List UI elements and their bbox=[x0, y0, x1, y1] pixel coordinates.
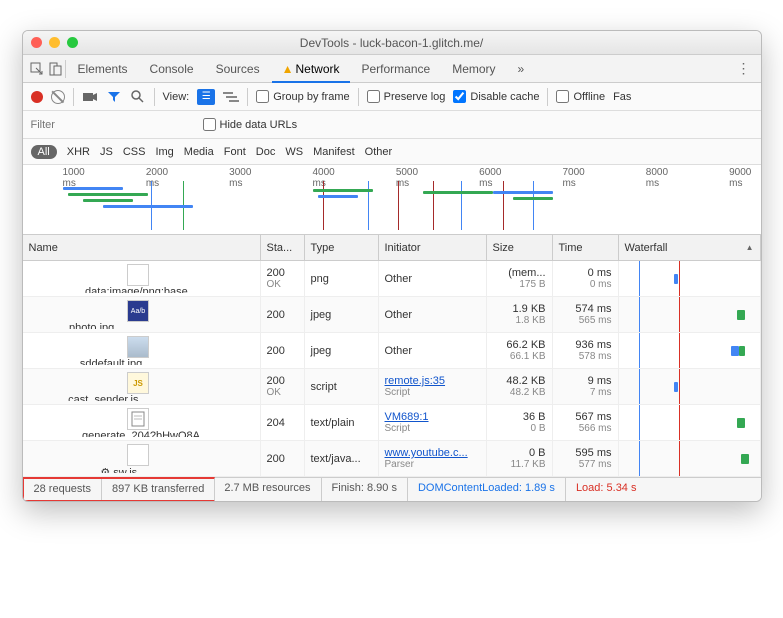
initiator-link[interactable]: remote.js:35 bbox=[385, 375, 480, 387]
table-row[interactable]: JS cast_sender.jspkedcjkdefgpdelpbcmbmeo… bbox=[23, 369, 761, 405]
filter-input[interactable] bbox=[31, 119, 191, 131]
tab-console[interactable]: Console bbox=[140, 55, 204, 83]
table-row[interactable]: ⚙sw.jswww.youtube.com 200 text/java... w… bbox=[23, 441, 761, 477]
status-load: Load: 5.34 s bbox=[566, 478, 647, 501]
network-toolbar: View: ☰ Group by frame Preserve log Disa… bbox=[23, 83, 761, 111]
filter-icon[interactable] bbox=[106, 89, 122, 105]
tab-performance[interactable]: Performance bbox=[352, 55, 441, 83]
search-icon[interactable] bbox=[130, 89, 146, 105]
tab-network[interactable]: ▲Network bbox=[272, 55, 350, 83]
table-row[interactable]: Aa/b photo.jpgyt3.ggpht.com/-vu_v-hJT-3Q… bbox=[23, 297, 761, 333]
hide-data-urls-checkbox[interactable]: Hide data URLs bbox=[203, 118, 298, 131]
filter-font[interactable]: Font bbox=[224, 146, 246, 158]
timeline-overview[interactable]: 1000 ms 2000 ms 3000 ms 4000 ms 5000 ms … bbox=[23, 165, 761, 235]
filter-img[interactable]: Img bbox=[155, 146, 173, 158]
filter-all[interactable]: All bbox=[31, 145, 57, 159]
warning-icon: ▲ bbox=[282, 62, 294, 76]
status-transferred: 897 KB transferred bbox=[102, 479, 214, 500]
filter-css[interactable]: CSS bbox=[123, 146, 146, 158]
col-time[interactable]: Time bbox=[553, 235, 619, 260]
gear-icon: ⚙ bbox=[100, 467, 110, 473]
table-row[interactable]: data:image/png;base... 200OK png Other (… bbox=[23, 261, 761, 297]
col-status[interactable]: Sta... bbox=[261, 235, 305, 260]
offline-checkbox[interactable]: Offline bbox=[556, 90, 605, 103]
col-size[interactable]: Size bbox=[487, 235, 553, 260]
request-name: ⚙sw.js bbox=[100, 466, 181, 473]
filter-doc[interactable]: Doc bbox=[256, 146, 276, 158]
tab-sources[interactable]: Sources bbox=[206, 55, 270, 83]
disable-cache-checkbox[interactable]: Disable cache bbox=[453, 90, 539, 103]
throttle-label[interactable]: Fas bbox=[613, 91, 631, 103]
camera-icon[interactable] bbox=[82, 89, 98, 105]
filter-js[interactable]: JS bbox=[100, 146, 113, 158]
tabs-more[interactable]: » bbox=[508, 55, 535, 83]
filter-other[interactable]: Other bbox=[365, 146, 393, 158]
waterfall-bar bbox=[619, 297, 760, 332]
status-requests: 28 requests bbox=[24, 479, 102, 500]
status-resources: 2.7 MB resources bbox=[214, 478, 321, 501]
request-name: sddefault.jpg bbox=[80, 358, 202, 365]
col-type[interactable]: Type bbox=[305, 235, 379, 260]
col-name[interactable]: Name bbox=[23, 235, 261, 260]
settings-menu-icon[interactable]: ⋮ bbox=[733, 60, 755, 77]
filter-xhr[interactable]: XHR bbox=[67, 146, 90, 158]
window-title: DevTools - luck-bacon-1.glitch.me/ bbox=[23, 36, 761, 50]
group-by-frame-checkbox[interactable]: Group by frame bbox=[256, 90, 349, 103]
waterfall-view-icon[interactable] bbox=[223, 89, 239, 105]
col-initiator[interactable]: Initiator bbox=[379, 235, 487, 260]
filter-manifest[interactable]: Manifest bbox=[313, 146, 355, 158]
type-filter-row: All XHR JS CSS Img Media Font Doc WS Man… bbox=[23, 139, 761, 165]
col-waterfall[interactable]: Waterfall▲ bbox=[619, 235, 761, 260]
initiator-link[interactable]: VM689:1 bbox=[385, 411, 480, 423]
record-button[interactable] bbox=[31, 91, 43, 103]
table-row[interactable]: generate_204?bHwO8A 204 text/plain VM689… bbox=[23, 405, 761, 441]
waterfall-bar bbox=[619, 333, 760, 368]
waterfall-bar bbox=[619, 369, 760, 404]
status-bar: 28 requests 897 KB transferred 2.7 MB re… bbox=[23, 477, 761, 501]
devtools-window: DevTools - luck-bacon-1.glitch.me/ Eleme… bbox=[22, 30, 762, 502]
status-finish: Finish: 8.90 s bbox=[322, 478, 408, 501]
filter-ws[interactable]: WS bbox=[285, 146, 303, 158]
large-rows-toggle[interactable]: ☰ bbox=[197, 89, 215, 105]
device-icon[interactable] bbox=[47, 61, 63, 77]
waterfall-bar bbox=[619, 261, 760, 296]
initiator-link[interactable]: www.youtube.c... bbox=[385, 447, 480, 459]
tab-elements[interactable]: Elements bbox=[68, 55, 138, 83]
status-dcl: DOMContentLoaded: 1.89 s bbox=[408, 478, 566, 501]
table-header: Name Sta... Type Initiator Size Time Wat… bbox=[23, 235, 761, 261]
clear-button[interactable] bbox=[51, 90, 65, 104]
waterfall-bar bbox=[619, 441, 760, 476]
filter-media[interactable]: Media bbox=[184, 146, 214, 158]
tab-memory[interactable]: Memory bbox=[442, 55, 505, 83]
inspect-icon[interactable] bbox=[29, 61, 45, 77]
panel-tabs: Elements Console Sources ▲Network Perfor… bbox=[23, 55, 761, 83]
view-label: View: bbox=[163, 91, 190, 103]
request-table: data:image/png;base... 200OK png Other (… bbox=[23, 261, 761, 477]
sort-indicator-icon: ▲ bbox=[746, 243, 754, 252]
titlebar: DevTools - luck-bacon-1.glitch.me/ bbox=[23, 31, 761, 55]
request-name: photo.jpg bbox=[69, 322, 213, 329]
request-name: data:image/png;base... bbox=[85, 286, 197, 293]
filter-bar: Hide data URLs bbox=[23, 111, 761, 139]
table-row[interactable]: sddefault.jpgi.ytimg.com/vi/6lfaiXM6waw … bbox=[23, 333, 761, 369]
request-name: generate_204?bHwO8A bbox=[82, 430, 200, 437]
preserve-log-checkbox[interactable]: Preserve log bbox=[367, 90, 446, 103]
waterfall-bar bbox=[619, 405, 760, 440]
request-name: cast_sender.js bbox=[68, 394, 214, 401]
